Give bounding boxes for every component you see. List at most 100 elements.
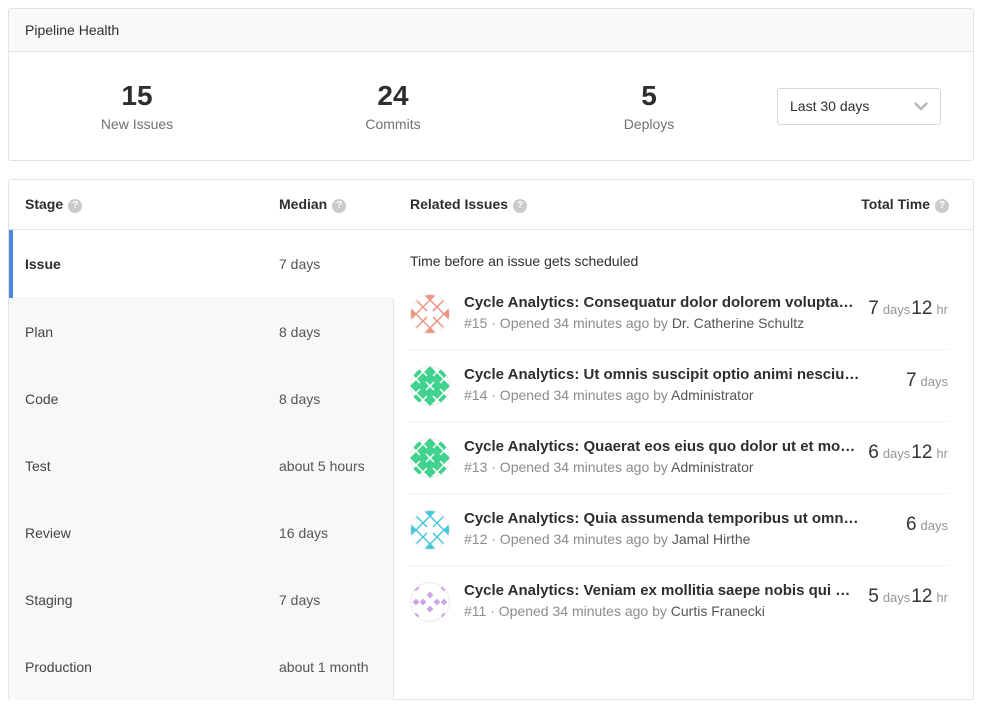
issue-row: Cycle Analytics: Quaerat eos eius quo do… <box>410 422 949 494</box>
header-stage-label: Stage <box>25 196 63 212</box>
stage-median: 7 days <box>279 592 320 608</box>
pipeline-health-panel: Pipeline Health 15 New Issues 24 Commits… <box>8 8 974 161</box>
issue-opened-text: · Opened 34 minutes ago by <box>487 387 671 403</box>
total-time-value: 5 <box>868 586 879 607</box>
issue-total-time: 7 days <box>906 366 949 392</box>
stat-commits-value: 24 <box>265 80 521 112</box>
issue-ref: #11 <box>464 603 486 619</box>
stat-new-issues: 15 New Issues <box>9 80 265 131</box>
total-time-unit: hr <box>936 590 948 605</box>
stage-median: 16 days <box>279 525 328 541</box>
issue-author-link[interactable]: Curtis Franecki <box>671 603 765 619</box>
stage-median: 8 days <box>279 391 320 407</box>
header-median-label: Median <box>279 196 327 212</box>
issue-title[interactable]: Cycle Analytics: Ut omnis suscipit optio… <box>464 366 894 383</box>
issue-title[interactable]: Cycle Analytics: Quaerat eos eius quo do… <box>464 438 856 455</box>
issue-opened-text: · Opened 34 minutes ago by <box>487 315 671 331</box>
issue-author-avatar[interactable] <box>410 438 450 478</box>
issue-total-time: 6 days <box>906 510 949 536</box>
header-related-issues-label: Related Issues <box>410 196 508 212</box>
stat-deploys-value: 5 <box>521 80 777 112</box>
issue-row: Cycle Analytics: Ut omnis suscipit optio… <box>410 350 949 422</box>
stage-row[interactable]: Issue 7 days <box>9 230 394 298</box>
stage-row[interactable]: Production about 1 month <box>9 633 394 700</box>
total-time-value: 12 <box>911 298 932 319</box>
total-time-unit: hr <box>936 446 948 461</box>
related-issues-column: Time before an issue gets scheduled Cycl… <box>394 230 973 699</box>
issue-meta: #11 · Opened 34 minutes ago by Curtis Fr… <box>464 603 856 619</box>
issue-author-link[interactable]: Jamal Hirthe <box>672 531 751 547</box>
issue-opened-text: · Opened 34 minutes ago by <box>486 603 670 619</box>
issue-author-link[interactable]: Administrator <box>671 387 753 403</box>
cycle-stages-panel: Stage? Median? Related Issues? Total Tim… <box>8 179 974 700</box>
issue-body: Cycle Analytics: Veniam ex mollitia saep… <box>464 582 856 619</box>
issue-title[interactable]: Cycle Analytics: Consequatur dolor dolor… <box>464 294 856 311</box>
total-time-value: 12 <box>911 442 932 463</box>
total-time-value: 12 <box>911 586 932 607</box>
total-time-unit: days <box>883 446 910 461</box>
help-icon[interactable]: ? <box>68 199 82 213</box>
issue-body: Cycle Analytics: Consequatur dolor dolor… <box>464 294 856 331</box>
issue-row: Cycle Analytics: Veniam ex mollitia saep… <box>410 566 949 637</box>
stage-row[interactable]: Code 8 days <box>9 365 394 432</box>
stage-name: Production <box>25 659 279 675</box>
issue-author-link[interactable]: Administrator <box>671 459 753 475</box>
stat-deploys-label: Deploys <box>521 116 777 132</box>
header-stage: Stage? <box>25 196 279 213</box>
stat-commits: 24 Commits <box>265 80 521 131</box>
issue-meta: #13 · Opened 34 minutes ago by Administr… <box>464 459 856 475</box>
table-body: Issue 7 days Plan 8 days Code 8 days Tes… <box>9 230 973 699</box>
total-time-unit: days <box>921 518 948 533</box>
total-time-unit: days <box>921 374 948 389</box>
stage-median: about 1 month <box>279 659 369 675</box>
issue-meta: #14 · Opened 34 minutes ago by Administr… <box>464 387 894 403</box>
stage-name: Issue <box>25 256 279 272</box>
stat-deploys: 5 Deploys <box>521 80 777 131</box>
issue-ref: #14 <box>464 387 487 403</box>
issue-title[interactable]: Cycle Analytics: Quia assumenda temporib… <box>464 510 894 527</box>
total-time-value: 6 <box>906 514 917 535</box>
cycle-analytics-page: Pipeline Health 15 New Issues 24 Commits… <box>0 0 982 705</box>
issue-row: Cycle Analytics: Consequatur dolor dolor… <box>410 278 949 350</box>
stage-name: Test <box>25 458 279 474</box>
table-header-row: Stage? Median? Related Issues? Total Tim… <box>9 180 973 230</box>
help-icon[interactable]: ? <box>513 199 527 213</box>
issue-total-time: 5days12hr <box>868 582 949 608</box>
stage-name: Plan <box>25 324 279 340</box>
header-total-time-label: Total Time <box>861 196 930 212</box>
stage-row[interactable]: Staging 7 days <box>9 566 394 633</box>
issue-body: Cycle Analytics: Quia assumenda temporib… <box>464 510 894 547</box>
date-range-dropdown[interactable]: Last 30 days <box>777 88 941 125</box>
issue-ref: #13 <box>464 459 487 475</box>
issue-author-avatar[interactable] <box>410 366 450 406</box>
panel-title: Pipeline Health <box>9 9 973 52</box>
header-median: Median? <box>279 196 410 213</box>
stage-median: about 5 hours <box>279 458 365 474</box>
issue-body: Cycle Analytics: Ut omnis suscipit optio… <box>464 366 894 403</box>
stage-nav: Issue 7 days Plan 8 days Code 8 days Tes… <box>9 230 394 699</box>
total-time-unit: days <box>883 302 910 317</box>
date-range-selected: Last 30 days <box>790 98 869 114</box>
summary-stats: 15 New Issues 24 Commits 5 Deploys Last … <box>9 52 973 160</box>
issue-author-avatar[interactable] <box>410 294 450 334</box>
stage-name: Code <box>25 391 279 407</box>
total-time-value: 7 <box>906 370 917 391</box>
stage-description: Time before an issue gets scheduled <box>410 230 949 269</box>
issue-author-link[interactable]: Dr. Catherine Schultz <box>672 315 804 331</box>
issue-total-time: 6days12hr <box>868 438 949 464</box>
issue-total-time: 7days12hr <box>868 294 949 320</box>
stage-median: 7 days <box>279 256 320 272</box>
stage-row[interactable]: Review 16 days <box>9 499 394 566</box>
stat-new-issues-label: New Issues <box>9 116 265 132</box>
stage-row[interactable]: Test about 5 hours <box>9 432 394 499</box>
stage-median: 8 days <box>279 324 320 340</box>
stat-commits-label: Commits <box>265 116 521 132</box>
stage-row[interactable]: Plan 8 days <box>9 298 394 365</box>
issue-ref: #12 <box>464 531 487 547</box>
help-icon[interactable]: ? <box>935 199 949 213</box>
issue-author-avatar[interactable] <box>410 582 450 622</box>
help-icon[interactable]: ? <box>332 199 346 213</box>
issue-author-avatar[interactable] <box>410 510 450 550</box>
issue-opened-text: · Opened 34 minutes ago by <box>487 531 671 547</box>
issue-title[interactable]: Cycle Analytics: Veniam ex mollitia saep… <box>464 582 856 599</box>
